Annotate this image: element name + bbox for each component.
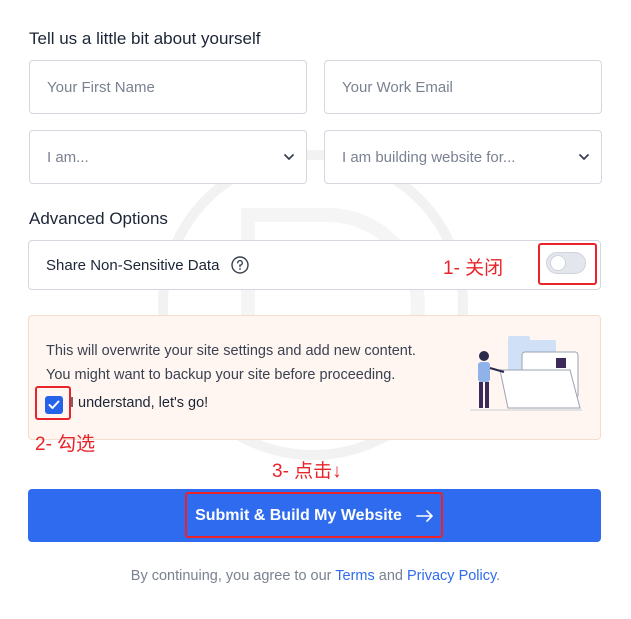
terms-notice: By continuing, you agree to our Terms an…	[0, 568, 631, 584]
understand-checkbox[interactable]	[45, 396, 63, 414]
role-select-value: I am...	[47, 148, 89, 166]
warning-line-1: This will overwrite your site settings a…	[46, 343, 416, 359]
checkmark-icon	[48, 400, 60, 409]
toggle-knob	[550, 255, 566, 271]
warning-line-2: You might want to backup your site befor…	[46, 367, 396, 383]
chevron-down-icon	[284, 154, 294, 160]
terms-and: and	[374, 568, 407, 584]
arrow-right-icon	[416, 509, 433, 522]
annotation-step3: 3- 点击↓	[272, 461, 342, 482]
privacy-policy-link[interactable]: Privacy Policy	[407, 568, 496, 584]
role-select[interactable]: I am...	[29, 130, 307, 184]
submit-build-button[interactable]: Submit & Build My Website	[28, 489, 601, 542]
submit-button-label: Submit & Build My Website	[195, 506, 402, 524]
terms-suffix: .	[496, 568, 501, 584]
person-folder-illustration	[470, 336, 582, 411]
first-name-placeholder: Your First Name	[47, 78, 155, 96]
annotation-step1: 1- 关闭	[443, 258, 504, 279]
terms-link[interactable]: Terms	[335, 568, 374, 584]
share-data-toggle[interactable]	[546, 252, 586, 274]
work-email-input[interactable]: Your Work Email	[324, 60, 602, 114]
help-icon[interactable]	[230, 255, 250, 275]
building-for-select[interactable]: I am building website for...	[324, 130, 602, 184]
terms-prefix: By continuing, you agree to our	[130, 568, 336, 584]
share-data-label: Share Non-Sensitive Data	[46, 257, 220, 274]
work-email-placeholder: Your Work Email	[342, 78, 453, 96]
building-for-select-value: I am building website for...	[342, 148, 516, 166]
annotation-step2: 2- 勾选	[35, 434, 96, 455]
share-data-row: Share Non-Sensitive Data	[28, 240, 601, 290]
first-name-input[interactable]: Your First Name	[29, 60, 307, 114]
form-heading: Tell us a little bit about yourself	[29, 29, 261, 48]
chevron-down-icon	[579, 154, 589, 160]
advanced-options-title: Advanced Options	[29, 209, 168, 228]
understand-checkbox-label[interactable]: I understand, let's go!	[70, 395, 208, 411]
